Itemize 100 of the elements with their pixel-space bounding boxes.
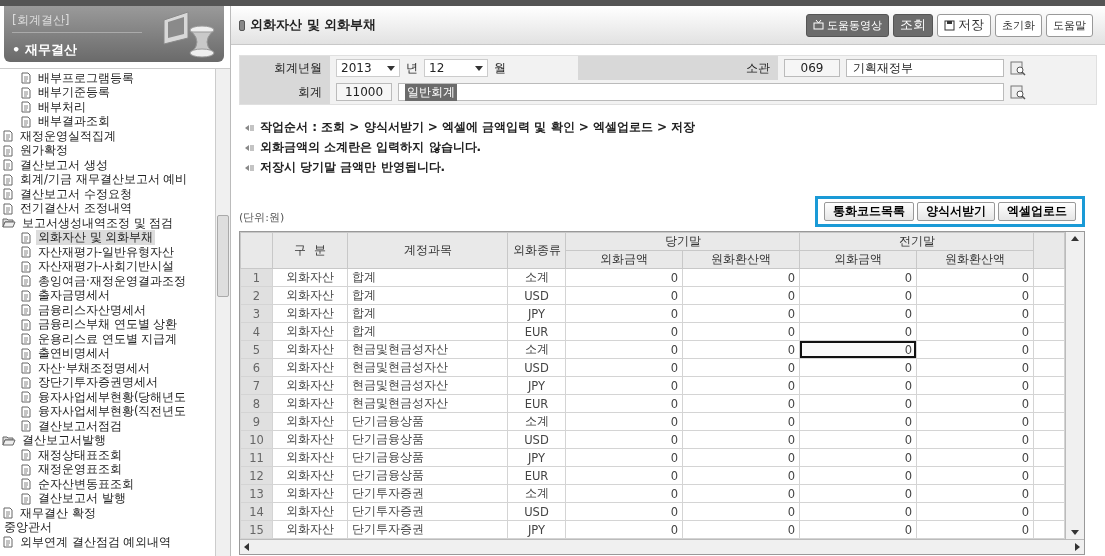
amount-cell[interactable]: 0 xyxy=(799,286,917,305)
amount-cell[interactable]: 0 xyxy=(565,412,683,431)
lookup-search-icon[interactable] xyxy=(1010,84,1026,100)
amount-cell[interactable]: 0 xyxy=(799,304,917,323)
lookup-search-icon[interactable] xyxy=(1010,60,1026,76)
tree-item[interactable]: 결산보고서 수정요청 xyxy=(18,186,134,202)
amount-cell[interactable]: 0 xyxy=(682,376,800,395)
amount-cell[interactable]: 0 xyxy=(799,412,917,431)
amount-cell[interactable]: 0 xyxy=(682,322,800,341)
amount-cell[interactable]: 0 xyxy=(799,448,917,467)
amount-cell[interactable]: 0 xyxy=(799,484,917,503)
amount-cell[interactable]: 0 xyxy=(682,412,800,431)
amount-cell[interactable]: 0 xyxy=(916,412,1034,431)
search-button[interactable]: 조회 xyxy=(893,13,933,37)
tree-item[interactable]: 재정운영표조회 xyxy=(36,462,124,478)
amount-cell[interactable]: 0 xyxy=(799,376,917,395)
amount-cell[interactable]: 0 xyxy=(799,430,917,449)
tree-item[interactable]: 배부기준등록 xyxy=(36,85,112,101)
amount-cell[interactable]: 0 xyxy=(682,340,800,359)
tree-item[interactable]: 출자금명세서 xyxy=(36,288,112,304)
amount-cell[interactable]: 0 xyxy=(916,376,1034,395)
tree-item[interactable]: 원가확정 xyxy=(18,143,70,159)
table-horizontal-scrollbar[interactable] xyxy=(240,539,1084,554)
tree-item[interactable]: 회계/기금 재무결산보고서 예비 xyxy=(18,172,190,188)
tree-item[interactable]: 순자산변동표조회 xyxy=(36,476,136,492)
tree-item[interactable]: 장단기투자증권명세서 xyxy=(36,375,160,391)
tree-item[interactable]: 융자사업세부현황(당해년도 xyxy=(36,389,189,405)
amount-cell[interactable]: 0 xyxy=(682,358,800,377)
amount-cell[interactable]: 0 xyxy=(916,340,1034,359)
tree-item[interactable]: 보고서생성내역조정 및 점검 xyxy=(20,215,176,231)
amount-cell[interactable]: 0 xyxy=(565,466,683,485)
amount-cell[interactable]: 0 xyxy=(682,268,800,287)
tree-item[interactable]: 운용리스료 연도별 지급계 xyxy=(36,331,180,347)
tree-item[interactable]: 배부프로그램등록 xyxy=(36,70,136,86)
amount-cell[interactable]: 0 xyxy=(682,286,800,305)
amount-cell[interactable]: 0 xyxy=(565,286,683,305)
amount-cell[interactable]: 0 xyxy=(565,502,683,521)
tree-item[interactable]: 결산보고서점검 xyxy=(36,418,124,434)
amount-cell[interactable]: 0 xyxy=(799,520,917,539)
amount-cell[interactable]: 0 xyxy=(916,520,1034,539)
help-video-button[interactable]: 도움동영상 xyxy=(806,13,889,37)
amount-cell[interactable]: 0 xyxy=(916,430,1034,449)
amount-cell[interactable]: 0 xyxy=(682,466,800,485)
amount-cell[interactable]: 0 xyxy=(799,394,917,413)
tree-item[interactable]: 결산보고서발행 xyxy=(20,433,108,449)
amount-cell[interactable]: 0 xyxy=(916,448,1034,467)
tree-item[interactable]: 금융리스부채 연도별 상환 xyxy=(36,317,180,333)
amount-cell[interactable]: 0 xyxy=(916,358,1034,377)
amount-cell[interactable]: 0 xyxy=(565,484,683,503)
amount-cell[interactable]: 0 xyxy=(682,520,800,539)
amount-cell[interactable]: 0 xyxy=(799,502,917,521)
ministry-code-field[interactable]: 069 xyxy=(784,59,840,77)
table-vertical-scrollbar[interactable] xyxy=(1065,232,1084,539)
amount-cell[interactable]: 0 xyxy=(799,358,917,377)
account-name-field[interactable]: 일반회계 xyxy=(398,83,1004,101)
amount-cell[interactable]: 0 xyxy=(565,340,683,359)
amount-cell[interactable]: 0 xyxy=(682,394,800,413)
tree-item[interactable]: 결산보고서 발행 xyxy=(36,491,128,507)
tree-item[interactable]: 자산재평가-일반유형자산 xyxy=(36,244,177,260)
amount-cell[interactable]: 0 xyxy=(799,322,917,341)
tree-item[interactable]: 중앙관서 xyxy=(2,520,54,536)
year-select[interactable]: 2013 xyxy=(336,59,400,77)
amount-cell[interactable]: 0 xyxy=(565,358,683,377)
tree-item[interactable]: 재정운영실적집계 xyxy=(18,128,118,144)
amount-cell[interactable]: 0 xyxy=(799,268,917,287)
amount-cell[interactable]: 0 xyxy=(916,304,1034,323)
tree-item[interactable]: 융자사업세부현황(직전년도 xyxy=(36,404,189,420)
action-button[interactable]: 양식서받기 xyxy=(917,202,995,221)
tree-item[interactable]: 금융리스자산명세서 xyxy=(36,302,148,318)
amount-cell[interactable]: 0 xyxy=(565,430,683,449)
tree-item[interactable]: 외부연계 결산점검 예외내역 xyxy=(18,534,174,550)
amount-cell[interactable]: 0 xyxy=(565,304,683,323)
amount-cell[interactable]: 0 xyxy=(682,484,800,503)
tree-item[interactable]: 전기결산서 조정내역 xyxy=(18,201,134,217)
amount-cell[interactable]: 0 xyxy=(916,286,1034,305)
amount-cell[interactable]: 0 xyxy=(682,304,800,323)
amount-cell[interactable]: 0 xyxy=(799,466,917,485)
amount-cell[interactable]: 0 xyxy=(916,484,1034,503)
action-button[interactable]: 엑셀업로드 xyxy=(998,202,1076,221)
save-button[interactable]: 저장 xyxy=(937,13,991,37)
tree-item[interactable]: 총잉여금·재정운영결과조정 xyxy=(36,273,188,289)
account-code-field[interactable]: 11000 xyxy=(336,83,392,101)
month-select[interactable]: 12 xyxy=(424,59,488,77)
tree-item[interactable]: 외화자산 및 외화부채 xyxy=(36,230,156,246)
tree-scrollbar[interactable] xyxy=(215,69,230,556)
amount-cell[interactable]: 0 xyxy=(682,448,800,467)
tree-item[interactable]: 결산보고서 생성 xyxy=(18,157,110,173)
toolbar-button[interactable]: 도움말 xyxy=(1046,13,1093,37)
amount-cell[interactable]: 0 xyxy=(916,502,1034,521)
amount-cell[interactable]: 0 xyxy=(682,430,800,449)
tree-item[interactable]: 재정상태표조회 xyxy=(36,447,124,463)
amount-cell[interactable]: 0 xyxy=(916,268,1034,287)
amount-cell[interactable]: 0 xyxy=(565,394,683,413)
amount-cell[interactable]: 0 xyxy=(916,322,1034,341)
tree-item[interactable]: 배부결과조회 xyxy=(36,114,112,130)
tree-item[interactable]: 재무결산 확정 xyxy=(18,505,98,521)
amount-cell[interactable]: 0 xyxy=(565,520,683,539)
amount-cell[interactable]: 0 xyxy=(565,268,683,287)
action-button[interactable]: 통화코드목록 xyxy=(824,202,914,221)
tree-item[interactable]: 자산재평가-사회기반시설 xyxy=(36,259,177,275)
